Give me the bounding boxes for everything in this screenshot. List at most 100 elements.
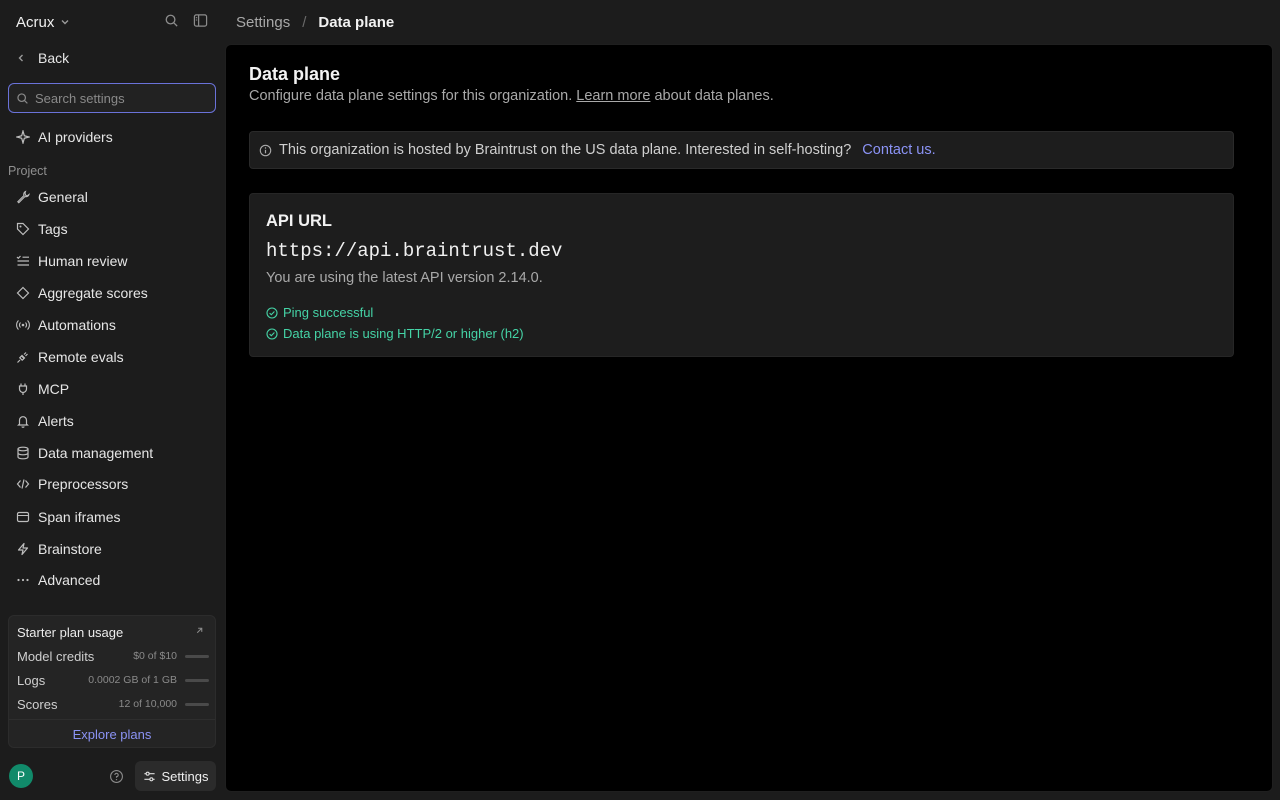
sidebar-item-label: Automations bbox=[38, 317, 116, 333]
search-settings[interactable] bbox=[8, 83, 216, 113]
sidebar-item-label: Alerts bbox=[38, 413, 74, 429]
help-icon[interactable] bbox=[109, 769, 124, 784]
sidebar-item-label: Tags bbox=[38, 221, 68, 237]
sidebar-item-ai-providers[interactable]: AI providers bbox=[16, 126, 216, 148]
sidebar-item-span-iframes[interactable]: Span iframes bbox=[16, 506, 216, 528]
contact-us-link[interactable]: Contact us. bbox=[862, 142, 935, 158]
project-section-label: Project bbox=[8, 164, 47, 178]
sidebar-item-label: General bbox=[38, 189, 88, 205]
sidebar-item-remote-evals[interactable]: Remote evals bbox=[16, 346, 216, 368]
search-icon[interactable] bbox=[164, 13, 179, 28]
org-name: Acrux bbox=[16, 13, 55, 31]
usage-title: Starter plan usage bbox=[17, 625, 124, 640]
sidebar-item-mcp[interactable]: MCP bbox=[16, 378, 216, 400]
list-check-icon bbox=[16, 254, 30, 268]
sidebar-item-general[interactable]: General bbox=[16, 186, 216, 208]
info-icon bbox=[259, 144, 272, 157]
sidebar-item-label: Preprocessors bbox=[38, 476, 129, 492]
power-plug-icon bbox=[16, 382, 30, 396]
database-icon bbox=[16, 446, 30, 460]
sidebar-item-label: AI providers bbox=[38, 129, 113, 145]
sidebar-item-advanced[interactable]: Advanced bbox=[16, 569, 216, 591]
breadcrumb-current: Data plane bbox=[318, 13, 395, 31]
check-label: Ping successful bbox=[283, 305, 374, 320]
learn-more-link[interactable]: Learn more bbox=[576, 88, 650, 104]
usage-value: 0.0002 GB of 1 GB bbox=[88, 674, 177, 686]
check-circle-icon bbox=[266, 306, 278, 319]
back-link[interactable]: Back bbox=[16, 47, 69, 69]
hosting-notice: This organization is hosted by Braintrus… bbox=[249, 131, 1234, 169]
sidebar-item-brainstore[interactable]: Brainstore bbox=[16, 538, 216, 560]
arrow-up-right-icon[interactable] bbox=[195, 626, 204, 635]
http2-status: Data plane is using HTTP/2 or higher (h2… bbox=[266, 326, 524, 341]
diamond-icon bbox=[16, 286, 30, 300]
usage-row-model-credits: Model credits $0 of $10 bbox=[17, 648, 209, 664]
search-input[interactable] bbox=[35, 90, 205, 106]
description-text-end: about data planes. bbox=[650, 88, 774, 104]
sidebar-item-preprocessors[interactable]: Preprocessors bbox=[16, 473, 216, 495]
settings-label: Settings bbox=[161, 768, 209, 784]
usage-bar bbox=[185, 702, 209, 706]
sidebar-item-tags[interactable]: Tags bbox=[16, 218, 216, 240]
usage-value: 12 of 10,000 bbox=[118, 698, 177, 710]
page-description: Configure data plane settings for this o… bbox=[249, 88, 774, 104]
ping-status: Ping successful bbox=[266, 305, 373, 320]
usage-label: Scores bbox=[17, 696, 58, 712]
divider bbox=[9, 719, 215, 720]
notice-text: This organization is hosted by Braintrus… bbox=[279, 142, 852, 158]
usage-bar bbox=[185, 654, 209, 658]
plug-icon bbox=[16, 350, 30, 364]
check-circle-icon bbox=[266, 327, 278, 340]
chevron-down-icon bbox=[60, 17, 70, 27]
frame-icon bbox=[16, 510, 30, 524]
sliders-icon bbox=[143, 770, 156, 783]
sidebar-item-alerts[interactable]: Alerts bbox=[16, 410, 216, 432]
sidebar-item-data-management[interactable]: Data management bbox=[16, 442, 216, 464]
avatar[interactable]: P bbox=[9, 764, 33, 788]
check-label: Data plane is using HTTP/2 or higher (h2… bbox=[283, 326, 524, 341]
sidebar-item-human-review[interactable]: Human review bbox=[16, 250, 216, 272]
page-title: Data plane bbox=[249, 64, 341, 84]
org-switcher[interactable]: Acrux bbox=[16, 12, 70, 32]
usage-row-scores: Scores 12 of 10,000 bbox=[17, 696, 209, 712]
sidebar-item-label: Advanced bbox=[38, 572, 101, 588]
tag-icon bbox=[16, 222, 30, 236]
breadcrumb-separator: / bbox=[302, 13, 307, 31]
settings-button[interactable]: Settings bbox=[135, 761, 216, 791]
sidebar-item-label: Span iframes bbox=[38, 509, 121, 525]
description-text: Configure data plane settings for this o… bbox=[249, 88, 577, 104]
usage-label: Logs bbox=[17, 672, 46, 688]
sidebar-item-aggregate-scores[interactable]: Aggregate scores bbox=[16, 282, 216, 304]
usage-label: Model credits bbox=[17, 648, 95, 664]
api-url-value: https://api.braintrust.dev bbox=[266, 240, 563, 262]
wrench-icon bbox=[16, 190, 30, 204]
api-url-heading: API URL bbox=[266, 212, 332, 230]
sidebar-footer: P Settings bbox=[9, 761, 216, 791]
sidebar-item-label: Data management bbox=[38, 445, 154, 461]
sidebar: Acrux Back AI providers Project bbox=[0, 0, 224, 800]
breadcrumb: Settings / Data plane bbox=[236, 12, 394, 32]
sidebar-item-automations[interactable]: Automations bbox=[16, 314, 216, 336]
api-url-card: API URL https://api.braintrust.dev You a… bbox=[249, 193, 1234, 357]
ellipsis-icon bbox=[16, 573, 30, 587]
sidebar-item-label: Aggregate scores bbox=[38, 285, 148, 301]
main-panel: Data plane Configure data plane settings… bbox=[225, 44, 1273, 792]
explore-plans-link[interactable]: Explore plans bbox=[9, 727, 215, 742]
sidebar-toggle-icon[interactable] bbox=[193, 13, 208, 28]
api-version-text: You are using the latest API version 2.1… bbox=[266, 270, 543, 286]
search-icon bbox=[16, 92, 29, 105]
sidebar-item-label: Brainstore bbox=[38, 541, 102, 557]
chevron-left-icon bbox=[16, 53, 28, 63]
usage-bar bbox=[185, 678, 209, 682]
sidebar-item-label: MCP bbox=[38, 381, 70, 397]
sidebar-item-label: Remote evals bbox=[38, 349, 124, 365]
sparkle-icon bbox=[16, 130, 30, 144]
plan-usage-card: Starter plan usage Model credits $0 of $… bbox=[8, 615, 216, 748]
bolt-icon bbox=[16, 542, 30, 556]
breadcrumb-settings[interactable]: Settings bbox=[236, 14, 290, 31]
code-icon bbox=[16, 477, 30, 491]
broadcast-icon bbox=[16, 318, 30, 332]
back-label: Back bbox=[38, 50, 70, 66]
bell-icon bbox=[16, 414, 30, 428]
usage-value: $0 of $10 bbox=[133, 650, 177, 662]
